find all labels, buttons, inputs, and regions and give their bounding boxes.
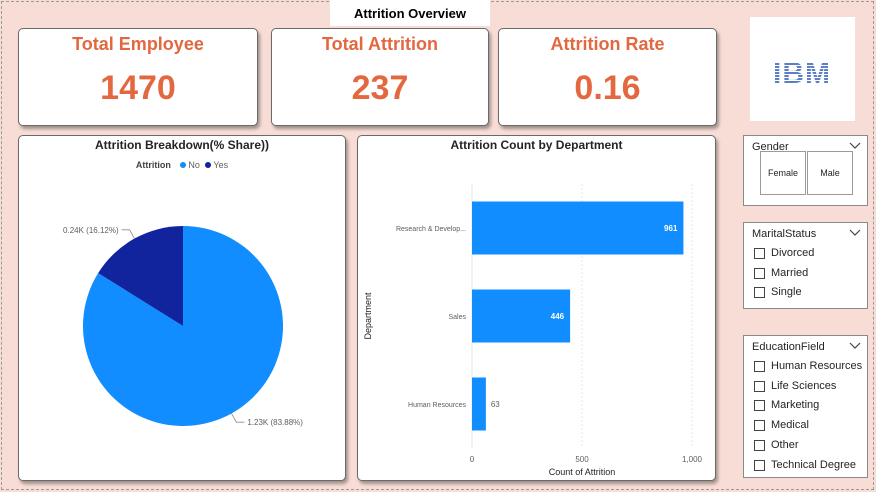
slicer-option-marketing[interactable]: Marketing — [754, 398, 819, 412]
slicer-tile-male[interactable]: Male — [807, 151, 853, 195]
kpi-value: 0.16 — [574, 69, 641, 107]
checkbox[interactable] — [754, 267, 765, 279]
slicer-option-medical[interactable]: Medical — [754, 418, 809, 432]
kpi-card-attrition-rate[interactable]: Attrition Rate 0.16 — [498, 28, 717, 126]
x-tick-label: 0 — [470, 455, 475, 464]
checkbox[interactable] — [754, 419, 765, 431]
slicer-option-divorced[interactable]: Divorced — [754, 246, 814, 260]
slicer-option-married[interactable]: Married — [754, 266, 808, 280]
checkbox[interactable] — [754, 247, 765, 259]
ibm-logo: IBM — [750, 17, 855, 121]
option-label: Human Resources — [771, 360, 863, 372]
option-label: Technical Degree — [771, 459, 856, 471]
kpi-title: Attrition Rate — [550, 34, 665, 54]
option-label: Divorced — [771, 247, 815, 259]
kpi-card-total-attrition[interactable]: Total Attrition 237 — [271, 28, 489, 126]
checkbox[interactable] — [754, 380, 765, 392]
education-field-slicer: EducationField Human Resources Life Scie… — [743, 335, 868, 478]
attrition-by-department-panel[interactable]: Attrition Count by Department 0 500 1,000 R… — [357, 135, 716, 481]
slicer-option-technical-degree[interactable]: Technical Degree — [754, 458, 856, 472]
pie-leader-line — [231, 413, 245, 423]
x-axis-title: Count of Attrition — [549, 467, 616, 477]
slicer-option-single[interactable]: Single — [754, 285, 802, 299]
slicer-option-human-resources[interactable]: Human Resources — [754, 359, 862, 373]
attrition-breakdown-panel[interactable]: Attrition Breakdown(% Share)) Attrition … — [18, 135, 346, 481]
option-label: Medical — [771, 419, 809, 431]
y-axis-title: Department — [363, 292, 373, 340]
bar — [472, 201, 684, 255]
option-label: Life Sciences — [771, 380, 837, 392]
kpi-title: Total Attrition — [322, 34, 438, 54]
ibm-logo-text: IBM — [773, 57, 831, 90]
pie-data-label: 0.24K (16.12%) — [63, 226, 119, 235]
bar-data-label: 446 — [551, 312, 565, 321]
y-tick-label: Human Resources — [408, 402, 466, 409]
pie-data-label: 1.23K (83.88%) — [247, 418, 303, 427]
bar — [472, 377, 486, 431]
gender-slicer: Gender Female Male — [743, 135, 868, 206]
pie-chart: 1.23K (83.88%) 0.24K (16.12%) — [63, 226, 303, 427]
option-label: Single — [771, 286, 802, 298]
x-tick-label: 1,000 — [682, 455, 703, 464]
checkbox[interactable] — [754, 439, 765, 451]
ibm-logo-mark: IBM — [764, 57, 841, 90]
option-label: Other — [771, 439, 799, 451]
pie-leader-line — [121, 229, 135, 239]
option-label: Marketing — [771, 399, 820, 411]
y-tick-label: Sales — [448, 314, 466, 321]
slicer-tile-female[interactable]: Female — [760, 151, 806, 195]
chevron-down-icon[interactable] — [849, 227, 861, 237]
slicer-option-life-sciences[interactable]: Life Sciences — [754, 379, 836, 393]
bar-chart: 0 500 1,000 Research & Develop... 961 Sales 44… — [363, 184, 703, 477]
chevron-down-icon[interactable] — [849, 140, 861, 150]
kpi-card-total-employee[interactable]: Total Employee 1470 — [18, 28, 258, 126]
checkbox[interactable] — [754, 360, 765, 372]
slicer-title: EducationField — [752, 341, 825, 353]
x-tick-label: 500 — [575, 455, 589, 464]
checkbox[interactable] — [754, 459, 765, 471]
marital-status-slicer: MaritalStatus Divorced Married Single — [743, 222, 868, 309]
page-title: Attrition Overview — [330, 0, 490, 26]
kpi-value: 1470 — [100, 69, 176, 107]
checkbox[interactable] — [754, 286, 765, 298]
kpi-title: Total Employee — [72, 34, 204, 54]
option-label: Married — [771, 267, 809, 279]
checkbox[interactable] — [754, 399, 765, 411]
bar-data-label: 961 — [664, 224, 678, 233]
slicer-title: MaritalStatus — [752, 228, 817, 240]
slicer-option-other[interactable]: Other — [754, 438, 799, 452]
bar-data-label: 63 — [491, 400, 500, 409]
chevron-down-icon[interactable] — [849, 340, 861, 350]
y-tick-label: Research & Develop... — [396, 226, 466, 233]
kpi-value: 237 — [351, 69, 409, 107]
